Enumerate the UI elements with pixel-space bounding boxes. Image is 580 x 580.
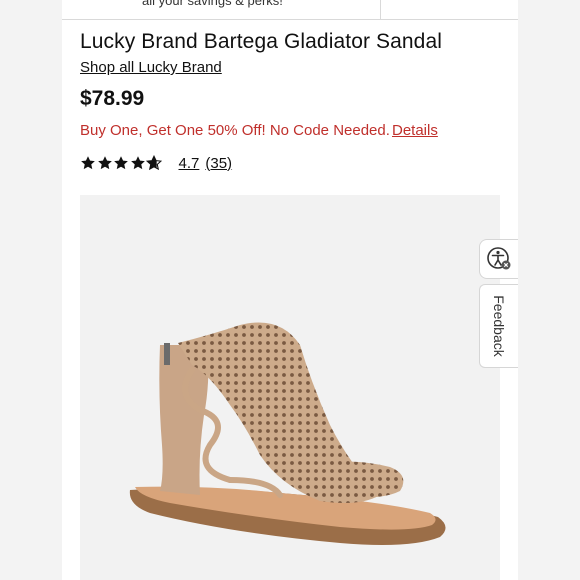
product-price: $78.99: [80, 87, 145, 110]
banner-divider: [380, 0, 381, 20]
feedback-tab[interactable]: Feedback: [479, 284, 518, 368]
promo-details-link[interactable]: Details: [392, 122, 438, 139]
star-icon: [81, 156, 95, 170]
sandal-illustration: [129, 322, 446, 545]
promo-text: Buy One, Get One 50% Off! No Code Needed…: [80, 122, 390, 139]
banner-text: all your savings & perks!: [142, 0, 283, 8]
rating-summary[interactable]: 4.7 (35): [80, 152, 232, 174]
left-gutter: [0, 0, 62, 580]
top-banner: all your savings & perks!: [62, 0, 518, 20]
product-page: all your savings & perks! Lucky Brand Ba…: [62, 0, 518, 580]
star-icon: [130, 156, 145, 170]
rating-value-link[interactable]: 4.7: [179, 155, 200, 172]
feedback-label: Feedback: [491, 295, 507, 357]
accessibility-button[interactable]: [479, 239, 518, 279]
right-gutter: [518, 0, 580, 580]
product-title: Lucky Brand Bartega Gladiator Sandal: [80, 30, 442, 53]
star-icon: [146, 155, 162, 171]
star-icon: [97, 156, 112, 170]
shop-brand-link[interactable]: Shop all Lucky Brand: [80, 59, 222, 76]
review-count-link[interactable]: (35): [205, 155, 232, 172]
accessibility-icon: [487, 247, 511, 270]
star-rating: [80, 155, 163, 171]
star-icon: [114, 156, 128, 170]
product-image[interactable]: [80, 195, 500, 580]
